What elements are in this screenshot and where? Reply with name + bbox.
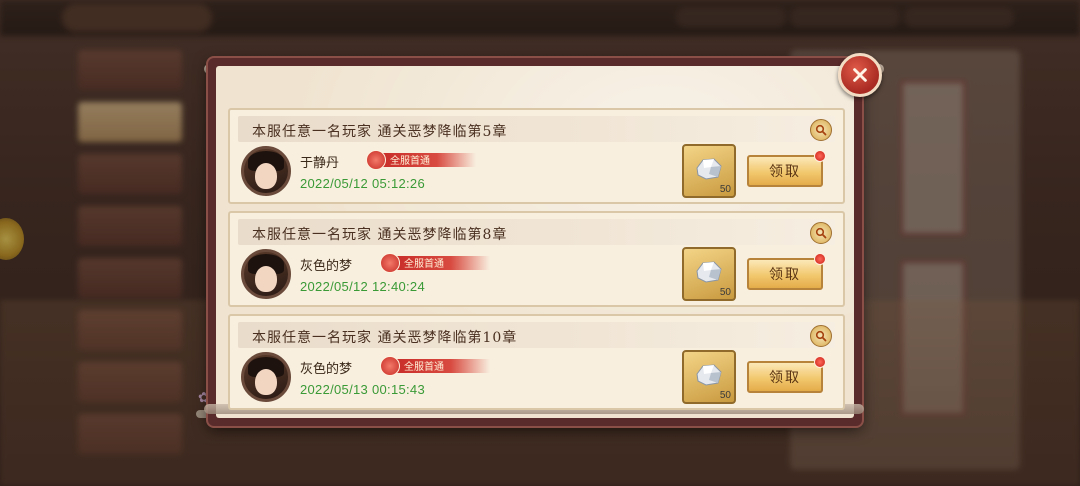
silver-ore-icon — [696, 158, 722, 180]
entry-header: 本服任意一名玩家 通关恶梦降临第5章 — [238, 116, 835, 142]
player-name: 灰色的梦 — [300, 362, 353, 377]
reward-slot[interactable]: 50 — [682, 247, 736, 301]
claim-button[interactable]: 领取 — [747, 258, 823, 290]
first-clear-badge: 全服首通 — [366, 150, 476, 170]
entry-header: 本服任意一名玩家 通关恶梦降临第8章 — [238, 219, 835, 245]
first-clear-badge: 全服首通 — [380, 356, 490, 376]
red-dot-icon — [814, 253, 826, 265]
entry-title: 本服任意一名玩家 通关恶梦降临第5章 — [252, 124, 508, 140]
close-icon — [853, 68, 867, 82]
reward-quantity: 50 — [719, 184, 731, 195]
magnify-button[interactable] — [810, 325, 832, 347]
avatar[interactable] — [241, 352, 291, 402]
entry-header: 本服任意一名玩家 通关恶梦降临第10章 — [238, 322, 835, 348]
badge-label: 全服首通 — [404, 259, 444, 270]
reward-slot[interactable]: 50 — [682, 144, 736, 198]
entry-title: 本服任意一名玩家 通关恶梦降临第8章 — [252, 227, 508, 243]
badge-label: 全服首通 — [404, 362, 444, 373]
magnify-icon — [815, 330, 827, 342]
claim-button[interactable]: 领取 — [747, 361, 823, 393]
badge-label: 全服首通 — [390, 156, 430, 167]
claim-button[interactable]: 领取 — [747, 155, 823, 187]
magnify-button[interactable] — [810, 119, 832, 141]
timestamp: 2022/05/13 00:15:43 — [300, 382, 425, 397]
close-button[interactable] — [838, 53, 882, 97]
avatar[interactable] — [241, 249, 291, 299]
entry-title: 本服任意一名玩家 通关恶梦降临第10章 — [252, 330, 518, 346]
list-item: 本服任意一名玩家 通关恶梦降临第5章 于静丹 全服首通 2022/05/12 0… — [228, 108, 845, 204]
first-clear-badge: 全服首通 — [380, 253, 490, 273]
magnify-button[interactable] — [810, 222, 832, 244]
reward-quantity: 50 — [719, 287, 731, 298]
avatar[interactable] — [241, 146, 291, 196]
silver-ore-icon — [696, 261, 722, 283]
list-item: 本服任意一名玩家 通关恶梦降临第10章 灰色的梦 全服首通 2022/05/13… — [228, 314, 845, 410]
timestamp: 2022/05/12 05:12:26 — [300, 176, 425, 191]
magnify-icon — [815, 124, 827, 136]
red-dot-icon — [814, 356, 826, 368]
reward-slot[interactable]: 50 — [682, 350, 736, 404]
red-dot-icon — [814, 150, 826, 162]
timestamp: 2022/05/12 12:40:24 — [300, 279, 425, 294]
list-item: 本服任意一名玩家 通关恶梦降临第8章 灰色的梦 全服首通 2022/05/12 … — [228, 211, 845, 307]
reward-quantity: 50 — [719, 390, 731, 401]
player-name: 灰色的梦 — [300, 259, 353, 274]
magnify-icon — [815, 227, 827, 239]
silver-ore-icon — [696, 364, 722, 386]
player-name: 于静丹 — [300, 156, 340, 171]
